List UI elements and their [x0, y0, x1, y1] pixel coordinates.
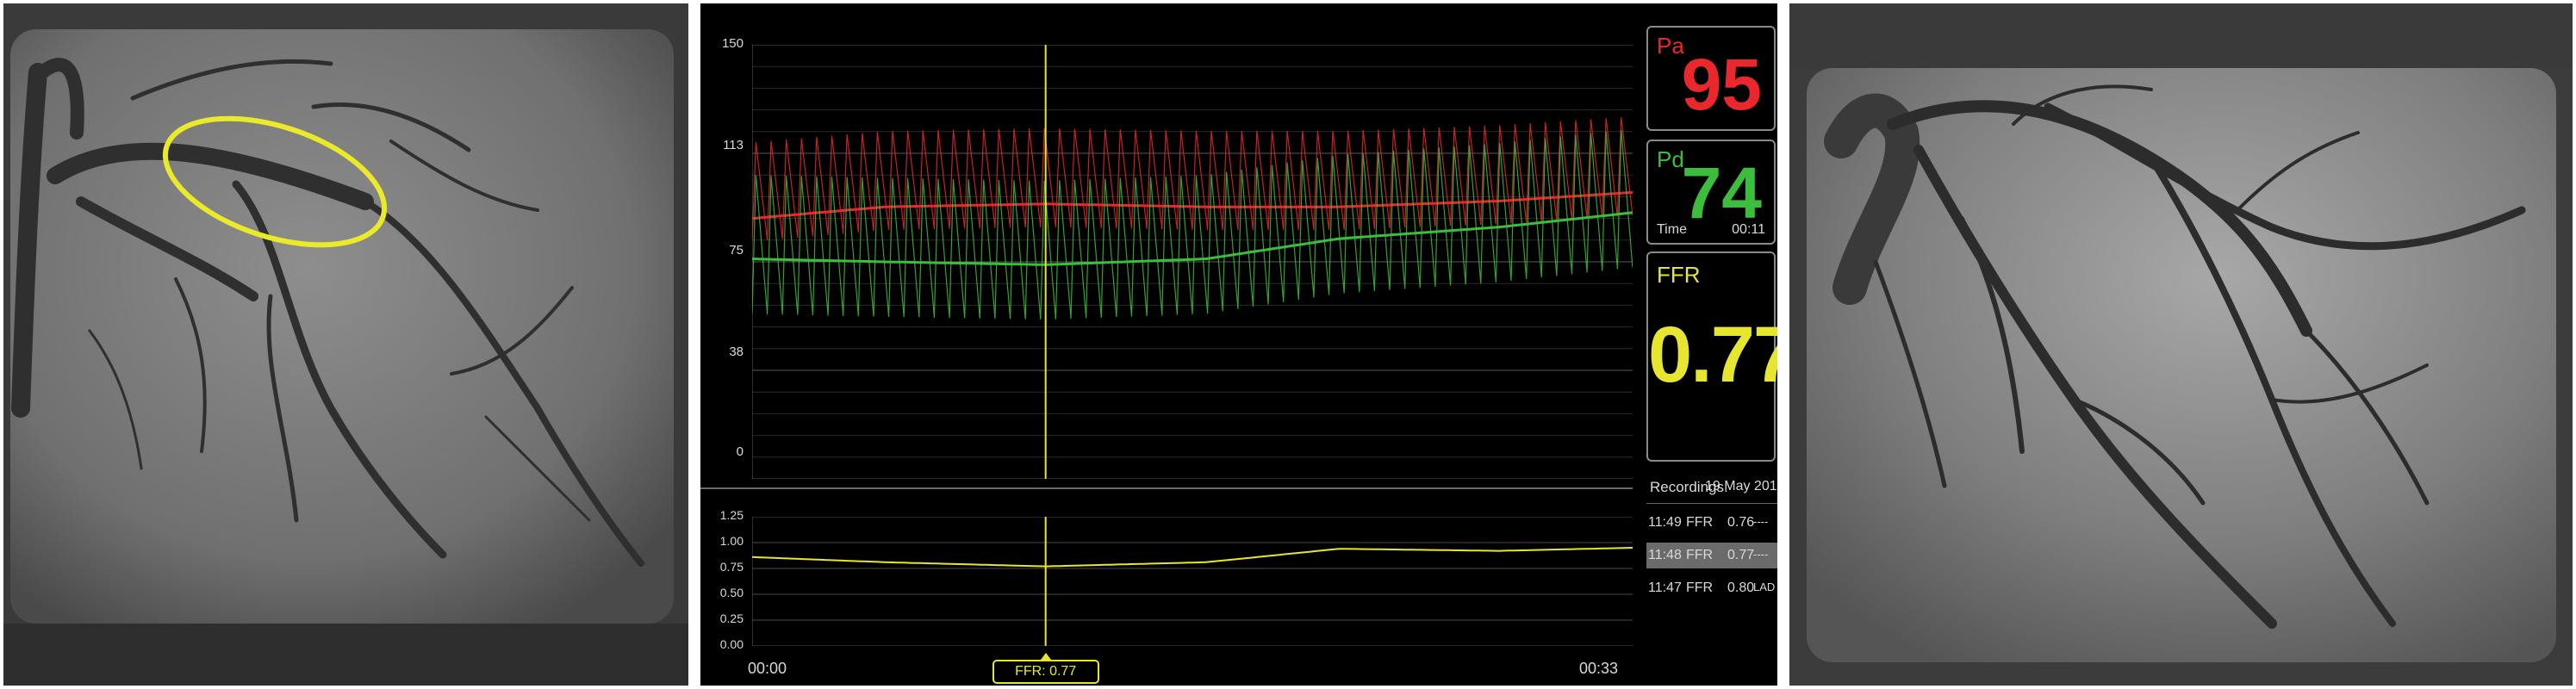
- pressure-y-tick-113: 113: [723, 138, 744, 152]
- right-angiogram-image: [1789, 3, 2573, 686]
- pressure-y-tick-0: 0: [736, 444, 744, 459]
- ffr-y-tick-0.50: 0.50: [719, 586, 744, 599]
- right-angiogram-drawing: [1789, 3, 2573, 686]
- recording-time: 11:49: [1648, 515, 1682, 530]
- recording-row[interactable]: 11:47 FFR 0.80 LAD: [1646, 575, 1777, 601]
- ffr-y-tick-1.25: 1.25: [719, 508, 744, 522]
- ffr-label: FFR: [1657, 262, 1701, 288]
- recording-row[interactable]: 11:48 FFR 0.77 ----: [1646, 543, 1777, 568]
- pressure-chart: [752, 45, 1633, 479]
- recording-value: 0.77: [1727, 548, 1755, 562]
- recording-type: FFR: [1686, 515, 1714, 530]
- pd-value-box: Pd 74 Time 00:11: [1646, 140, 1776, 245]
- recording-note: ----: [1753, 515, 1769, 528]
- recording-time: 11:48: [1648, 548, 1682, 562]
- ffr-y-tick-0.25: 0.25: [719, 611, 744, 625]
- pressure-y-tick-38: 38: [729, 344, 744, 359]
- cursor-ffr-label[interactable]: FFR: 0.77: [992, 660, 1099, 684]
- ffr-y-tick-1.00: 1.00: [719, 534, 744, 548]
- ffr-monitor-screen: 150 113 75 38 0 1.25 1.00 0.75 0.50 0.25…: [700, 3, 1777, 686]
- ffr-y-tick-0.75: 0.75: [719, 560, 744, 574]
- chart-divider: [700, 487, 1633, 489]
- recording-value: 0.76: [1727, 515, 1755, 530]
- recordings-date: 19 May 2015: [1705, 479, 1777, 493]
- recording-time: 11:47: [1648, 580, 1682, 595]
- left-angiogram-image: [3, 3, 688, 686]
- pressure-y-tick-75: 75: [729, 243, 744, 258]
- ffr-trend-chart: [752, 517, 1633, 646]
- recording-type: FFR: [1686, 548, 1714, 562]
- pressure-phasic-pa: [752, 117, 1633, 242]
- pa-value-box: Pa 95: [1646, 26, 1776, 131]
- recording-note: LAD: [1753, 580, 1776, 593]
- pd-time-label: Time: [1657, 222, 1687, 237]
- time-end-label: 00:33: [1579, 660, 1619, 677]
- pa-value: 95: [1681, 44, 1762, 125]
- recording-row[interactable]: 11:49 FFR 0.76 ----: [1646, 510, 1777, 536]
- pa-label: Pa: [1657, 33, 1684, 59]
- pd-time-value: 00:11: [1732, 222, 1765, 237]
- time-start-label: 00:00: [748, 660, 787, 677]
- pd-label: Pd: [1657, 146, 1684, 172]
- recordings-divider: [1646, 503, 1777, 504]
- ffr-trend-line: [752, 547, 1633, 568]
- ffr-value: 0.77: [1648, 311, 1777, 399]
- recording-value: 0.80: [1727, 580, 1755, 595]
- recordings-list: Recordings: 19 May 2015 11:49 FFR 0.76 ----…: [1646, 474, 1777, 646]
- ffr-y-tick-0.00: 0.00: [719, 637, 744, 651]
- recording-note: ----: [1753, 548, 1769, 561]
- recording-type: FFR: [1686, 580, 1714, 595]
- left-angiogram-drawing: [3, 3, 688, 686]
- pressure-y-tick-150: 150: [721, 36, 744, 51]
- ffr-value-box: FFR 0.77: [1646, 251, 1777, 462]
